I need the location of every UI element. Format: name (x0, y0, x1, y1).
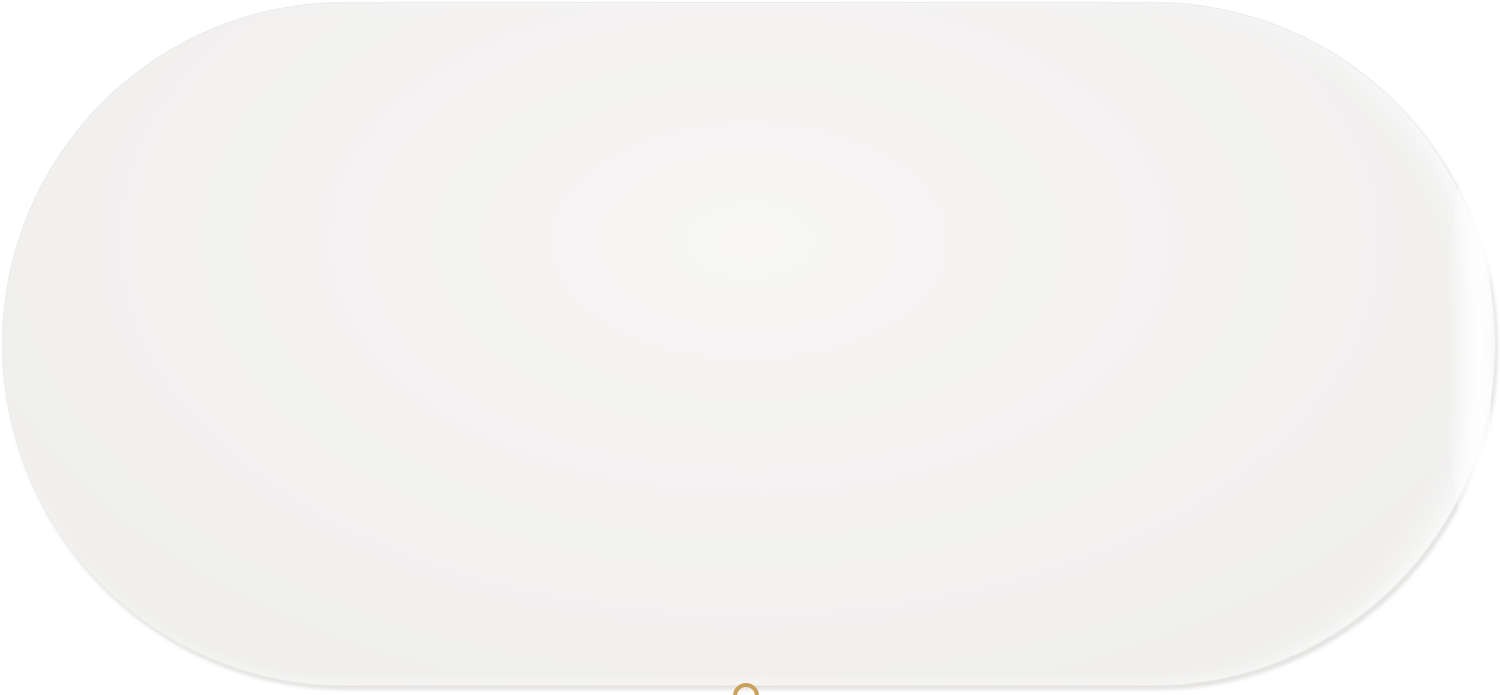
product-photo (0, 0, 1500, 695)
brass-leg (733, 683, 759, 695)
brass-leg-arc (733, 683, 759, 695)
oval-tabletop (2, 2, 1496, 686)
